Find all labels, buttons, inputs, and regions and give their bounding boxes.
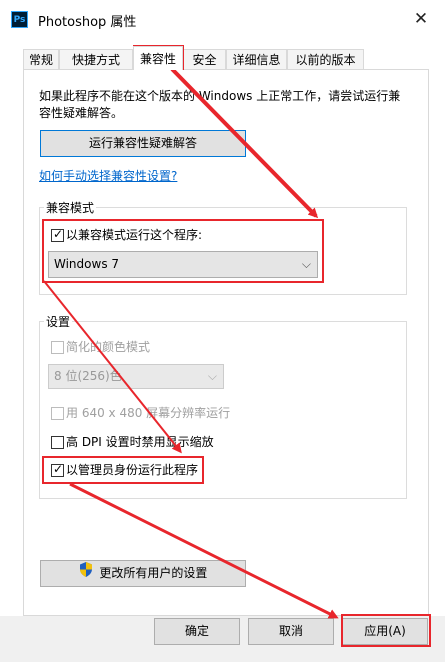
tab-label: 详细信息 <box>232 53 281 67</box>
res-640-label: 用 640 x 480 屏幕分辨率运行 <box>66 406 231 420</box>
tab-label: 安全 <box>192 53 217 67</box>
settings-group-label: 设置 <box>44 313 73 330</box>
manual-compat-link[interactable]: 如何手动选择兼容性设置? <box>39 168 177 185</box>
button-label: 更改所有用户的设置 <box>99 566 208 580</box>
photoshop-app-icon: Ps <box>11 11 28 28</box>
chevron-down-icon: ⌵ <box>207 369 217 383</box>
compat-mode-group-label: 兼容模式 <box>44 199 97 216</box>
button-label: 取消 <box>278 624 303 638</box>
high-dpi-label: 高 DPI 设置时禁用显示缩放 <box>66 435 214 449</box>
reduced-color-checkbox[interactable] <box>51 341 64 354</box>
res-640-checkbox[interactable] <box>51 407 64 420</box>
tab-label: 以前的版本 <box>295 53 356 67</box>
selected-value: 8 位(256)色 <box>54 369 122 383</box>
uac-shield-icon <box>79 561 93 586</box>
tab-label: 常规 <box>28 53 53 67</box>
annotation-box-compat-mode <box>42 219 324 283</box>
run-troubleshooter-button[interactable]: 运行兼容性疑难解答 <box>40 130 246 157</box>
tab-general[interactable]: 常规 <box>23 49 59 69</box>
window-title: Photoshop 属性 <box>38 15 137 30</box>
tab-security[interactable]: 安全 <box>183 49 226 69</box>
annotation-box-admin <box>42 456 204 484</box>
tab-shortcut[interactable]: 快捷方式 <box>59 49 133 69</box>
title-bar: Ps Photoshop 属性 ✕ <box>0 0 445 38</box>
tab-label: 兼容性 <box>139 52 176 66</box>
annotation-box-apply <box>341 614 431 647</box>
close-button[interactable]: ✕ <box>408 6 434 32</box>
cancel-button[interactable]: 取消 <box>248 618 334 645</box>
tab-details[interactable]: 详细信息 <box>226 49 287 69</box>
intro-text-line1: 如果此程序不能在这个版本的 Windows 上正常工作，请尝试运行兼 <box>39 89 401 103</box>
high-dpi-checkbox[interactable] <box>51 436 64 449</box>
reduced-color-label: 简化的颜色模式 <box>66 340 151 354</box>
change-all-users-button[interactable]: 更改所有用户的设置 <box>40 560 246 587</box>
close-icon: ✕ <box>413 9 429 29</box>
ok-button[interactable]: 确定 <box>154 618 240 645</box>
tab-label: 快捷方式 <box>71 53 120 67</box>
tab-previous-versions[interactable]: 以前的版本 <box>287 49 364 69</box>
color-depth-select[interactable]: 8 位(256)色 ⌵ <box>48 364 224 389</box>
button-label: 运行兼容性疑难解答 <box>88 136 197 150</box>
tab-compatibility[interactable]: 兼容性 <box>133 46 183 70</box>
intro-text-line2: 容性疑难解答。 <box>39 106 124 120</box>
button-label: 确定 <box>184 624 209 638</box>
